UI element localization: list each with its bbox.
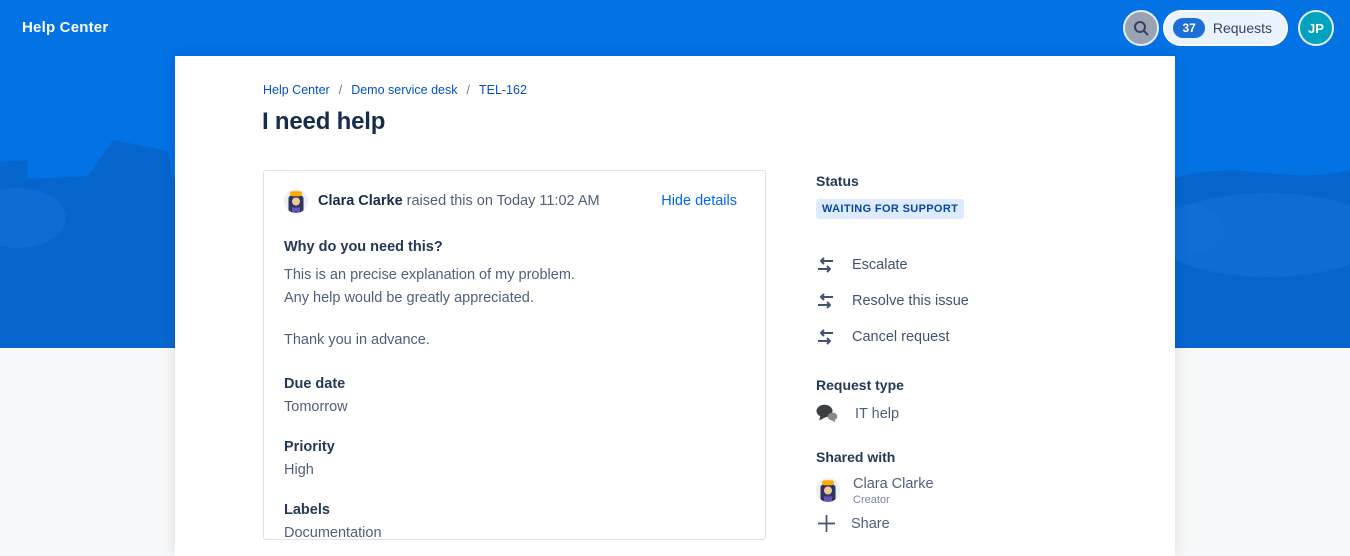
status-label: Status — [816, 173, 1146, 189]
request-type-value: IT help — [855, 406, 899, 422]
breadcrumb-separator: / — [466, 83, 469, 97]
reporter-avatar — [284, 189, 308, 213]
status-badge: WAITING FOR SUPPORT — [816, 199, 964, 219]
share-label: Share — [851, 516, 890, 532]
field-value-due-date: Tomorrow — [284, 399, 737, 415]
speech-bubbles-icon — [816, 404, 839, 423]
transition-arrows-icon — [816, 257, 835, 273]
transition-arrows-icon — [816, 329, 835, 345]
top-bar: Help Center 37 Requests JP — [0, 0, 1350, 56]
description-line: Any help would be greatly appreciated. — [284, 287, 737, 310]
escalate-action[interactable]: Escalate — [816, 247, 1146, 283]
app-title: Help Center — [22, 19, 108, 36]
share-button[interactable]: Share — [816, 513, 1146, 534]
resolve-action[interactable]: Resolve this issue — [816, 283, 1146, 319]
shared-person-name: Clara Clarke — [853, 476, 934, 492]
breadcrumb: Help Center / Demo service desk / TEL-16… — [263, 83, 527, 97]
shared-person-avatar — [816, 478, 840, 502]
field-label-priority: Priority — [284, 439, 737, 455]
breadcrumb-separator: / — [339, 83, 342, 97]
raised-text: raised this on Today 11:02 AM — [403, 193, 600, 209]
details-sidebar: Status WAITING FOR SUPPORT Escalate — [816, 173, 1146, 534]
main-panel: Help Center / Demo service desk / TEL-16… — [175, 56, 1175, 556]
question-label: Why do you need this? — [284, 239, 737, 255]
field-value-priority: High — [284, 462, 737, 478]
field-label-labels: Labels — [284, 502, 737, 518]
shared-person-info: Clara Clarke Creator — [853, 476, 934, 506]
resolve-label: Resolve this issue — [852, 293, 969, 309]
search-icon — [1132, 19, 1150, 37]
cancel-request-label: Cancel request — [852, 329, 950, 345]
hide-details-link[interactable]: Hide details — [661, 193, 737, 209]
field-value-labels: Documentation — [284, 525, 737, 541]
breadcrumb-service-desk[interactable]: Demo service desk — [351, 83, 457, 97]
description-line: Thank you in advance. — [284, 329, 737, 352]
requests-label: Requests — [1213, 20, 1272, 36]
reporter-name: Clara Clarke — [318, 193, 403, 209]
shared-person-role: Creator — [853, 494, 934, 506]
user-avatar-initials: JP — [1308, 21, 1324, 36]
description-text: This is an precise explanation of my pro… — [284, 264, 737, 310]
shared-with-label: Shared with — [816, 449, 1146, 465]
shared-person-row: Clara Clarke Creator — [816, 476, 1146, 506]
escalate-label: Escalate — [852, 257, 908, 273]
user-avatar[interactable]: JP — [1298, 10, 1334, 46]
request-card-header: Clara Clarke raised this on Today 11:02 … — [284, 189, 737, 213]
plus-icon — [816, 513, 837, 534]
request-type-row: IT help — [816, 404, 1146, 423]
breadcrumb-help-center[interactable]: Help Center — [263, 83, 330, 97]
request-card: Clara Clarke raised this on Today 11:02 … — [263, 170, 766, 540]
field-label-due-date: Due date — [284, 376, 737, 392]
description-line: This is an precise explanation of my pro… — [284, 264, 737, 287]
reporter-line: Clara Clarke raised this on Today 11:02 … — [318, 193, 600, 209]
cancel-request-action[interactable]: Cancel request — [816, 319, 1146, 355]
breadcrumb-issue-key[interactable]: TEL-162 — [479, 83, 527, 97]
request-type-label: Request type — [816, 377, 1146, 393]
page-title: I need help — [262, 108, 385, 136]
requests-button[interactable]: 37 Requests — [1163, 10, 1288, 46]
search-button[interactable] — [1123, 10, 1159, 46]
transition-arrows-icon — [816, 293, 835, 309]
requests-count-badge: 37 — [1173, 18, 1204, 38]
workflow-actions: Escalate Resolve this issue — [816, 247, 1146, 355]
